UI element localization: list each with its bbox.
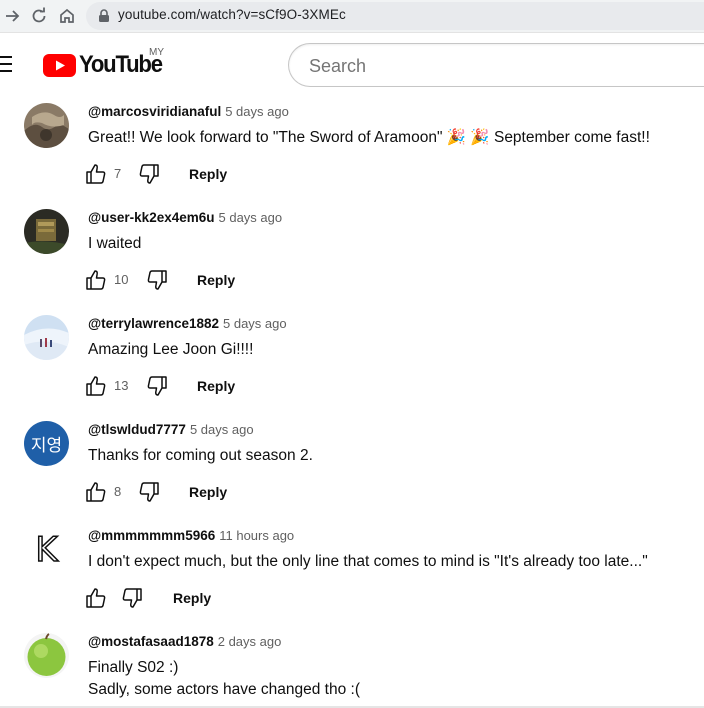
like-icon[interactable] — [84, 586, 108, 610]
search-input[interactable] — [307, 54, 691, 78]
reply-button[interactable]: Reply — [189, 162, 227, 186]
dislike-icon[interactable] — [145, 374, 169, 398]
comment-author[interactable]: @mmmmmmm5966 — [88, 528, 215, 543]
comment-text: Thanks for coming out season 2. — [88, 447, 313, 464]
comment-author[interactable]: @terrylawrence1882 — [88, 316, 219, 331]
comment-text-line: Sadly, some actors have changed tho :( — [88, 681, 360, 698]
comment-text: I waited — [88, 235, 142, 252]
comment-author[interactable]: @mostafasaad1878 — [88, 634, 214, 649]
like-icon[interactable] — [84, 480, 108, 504]
reply-button[interactable]: Reply — [173, 586, 211, 610]
like-count: 10 — [114, 272, 129, 287]
comment-author[interactable]: @user-kk2ex4em6u — [88, 210, 215, 225]
avatar[interactable] — [24, 209, 69, 254]
dislike-icon[interactable] — [137, 480, 161, 504]
url-text[interactable]: youtube.com/watch?v=sCf9O-3XMEc — [118, 7, 346, 22]
reply-button[interactable]: Reply — [189, 480, 227, 504]
comment-time[interactable]: 5 days ago — [190, 422, 254, 437]
like-icon[interactable] — [84, 268, 108, 292]
comment-time[interactable]: 5 days ago — [223, 316, 287, 331]
avatar[interactable] — [24, 103, 69, 148]
like-count: 13 — [114, 378, 129, 393]
comment-text-line: Finally S02 :) — [88, 659, 179, 676]
avatar[interactable] — [24, 633, 69, 678]
comment-author[interactable]: @tlswldud7777 — [88, 422, 186, 437]
avatar-initials: K — [35, 529, 59, 571]
avatar[interactable]: 지영 — [24, 421, 69, 466]
dislike-icon[interactable] — [137, 162, 161, 186]
dislike-icon[interactable] — [120, 586, 144, 610]
comment-text: I don't expect much, but the only line t… — [88, 553, 648, 570]
like-icon[interactable] — [84, 374, 108, 398]
browser-toolbar: youtube.com/watch?v=sCf9O-3XMEc — [0, 0, 704, 33]
comment-time[interactable]: 11 hours ago — [219, 528, 294, 543]
comment-text: Amazing Lee Joon Gi!!!! — [88, 341, 254, 358]
dislike-icon[interactable] — [145, 268, 169, 292]
like-count: 7 — [114, 166, 122, 181]
comment-time[interactable]: 5 days ago — [225, 104, 289, 119]
comment-time[interactable]: 5 days ago — [219, 210, 283, 225]
like-count: 8 — [114, 484, 122, 499]
reply-button[interactable]: Reply — [197, 374, 235, 398]
comment-author[interactable]: @marcosviridianaful — [88, 104, 221, 119]
home-icon[interactable] — [58, 7, 76, 25]
comment-text: Great!! We look forward to "The Sword of… — [88, 129, 650, 146]
comment-time[interactable]: 2 days ago — [218, 634, 282, 649]
region-code: MY — [149, 47, 164, 58]
forward-arrow-icon[interactable] — [4, 7, 22, 25]
like-icon[interactable] — [84, 162, 108, 186]
site-info-icon[interactable] — [98, 9, 110, 23]
avatar[interactable] — [24, 315, 69, 360]
reload-icon[interactable] — [30, 7, 48, 25]
comment-text: Finally S02 :) Sadly, some actors have c… — [88, 657, 360, 701]
reply-button[interactable]: Reply — [197, 268, 235, 292]
menu-icon[interactable] — [0, 56, 12, 74]
youtube-logo-icon[interactable] — [43, 54, 76, 77]
avatar-initials: 지영 — [30, 436, 63, 456]
avatar[interactable]: K — [24, 527, 69, 572]
search-box[interactable] — [288, 43, 704, 87]
